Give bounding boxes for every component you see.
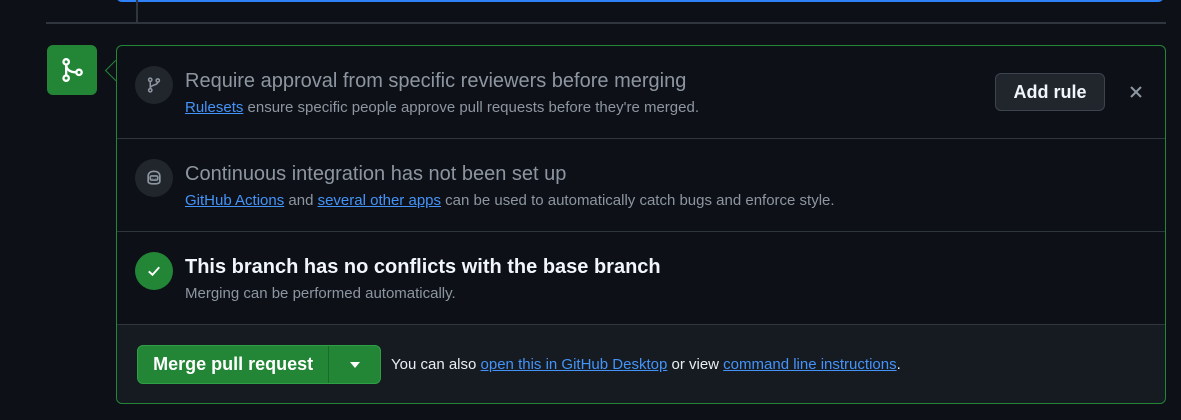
ci-and-text: and <box>284 192 318 209</box>
ci-text: can be used to automatically catch bugs … <box>441 192 835 209</box>
add-rule-button[interactable]: Add rule <box>995 73 1105 111</box>
alt-prefix: You can also <box>391 356 481 373</box>
github-actions-link[interactable]: GitHub Actions <box>185 192 284 209</box>
ci-section: Continuous integration has not been set … <box>117 139 1165 232</box>
check-icon <box>135 252 173 290</box>
git-branch-icon <box>135 66 173 104</box>
alt-suffix: . <box>896 356 901 373</box>
reviewers-description: Rulesets ensure specific people approve … <box>185 99 699 116</box>
ci-title: Continuous integration has not been set … <box>185 163 567 185</box>
timeline-connector <box>136 0 138 22</box>
github-desktop-link[interactable]: open this in GitHub Desktop <box>481 356 668 373</box>
conflicts-section: This branch has no conflicts with the ba… <box>117 232 1165 325</box>
merge-actions-section: Merge pull request You can also open thi… <box>117 325 1165 403</box>
close-icon[interactable] <box>1125 81 1147 103</box>
timeline-divider <box>46 22 1166 24</box>
merge-button-group: Merge pull request <box>137 345 381 384</box>
git-merge-icon <box>47 45 97 95</box>
reviewers-text: ensure specific people approve pull requ… <box>243 99 699 116</box>
command-line-link[interactable]: command line instructions <box>723 356 896 373</box>
conflicts-subtitle: Merging can be performed automatically. <box>185 285 456 302</box>
triangle-down-icon <box>349 361 360 368</box>
ci-description: GitHub Actions and several other apps ca… <box>185 192 835 209</box>
reviewers-title: Require approval from specific reviewers… <box>185 70 687 92</box>
alt-middle: or view <box>667 356 724 373</box>
reviewers-section: Require approval from specific reviewers… <box>117 46 1165 139</box>
other-apps-link[interactable]: several other apps <box>318 192 441 209</box>
previous-comment-box <box>116 0 1164 2</box>
merge-method-dropdown[interactable] <box>329 346 380 383</box>
rulesets-link[interactable]: Rulesets <box>185 99 243 116</box>
conflicts-title: This branch has no conflicts with the ba… <box>185 256 661 278</box>
merge-pull-request-button[interactable]: Merge pull request <box>138 346 330 383</box>
merge-alternatives-text: You can also open this in GitHub Desktop… <box>391 356 901 373</box>
robot-icon <box>135 159 173 197</box>
merge-box: Require approval from specific reviewers… <box>116 45 1166 404</box>
